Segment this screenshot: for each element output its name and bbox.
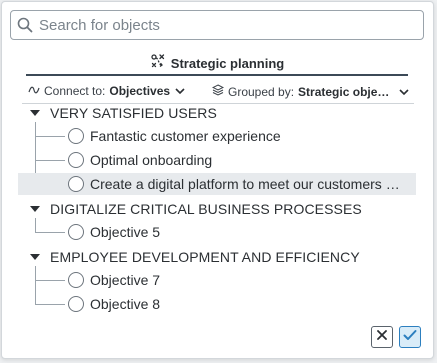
cancel-button[interactable] bbox=[371, 326, 393, 348]
group-label: DIGITALIZE CRITICAL BUSINESS PROCESSES bbox=[50, 201, 362, 217]
item-label: Create a digital platform to meet our cu… bbox=[90, 176, 402, 192]
confirm-button[interactable] bbox=[399, 326, 421, 348]
chevron-down-icon bbox=[398, 85, 410, 99]
tab-label: Strategic planning bbox=[170, 55, 285, 71]
tree-group-header[interactable]: VERY SATISFIED USERS bbox=[26, 102, 217, 124]
tree-item[interactable]: Objective 8 bbox=[18, 293, 416, 315]
radio-button[interactable] bbox=[68, 224, 84, 240]
strategy-icon bbox=[150, 53, 166, 74]
item-label: Objective 7 bbox=[90, 272, 161, 288]
close-icon bbox=[376, 328, 388, 346]
search-icon bbox=[11, 11, 39, 39]
radio-button[interactable] bbox=[68, 272, 84, 288]
tree-group-header[interactable]: EMPLOYEE DEVELOPMENT AND EFFICIENCY bbox=[26, 246, 360, 268]
group-label: VERY SATISFIED USERS bbox=[50, 105, 217, 121]
radio-button[interactable] bbox=[68, 152, 84, 168]
radio-button[interactable] bbox=[68, 128, 84, 144]
radio-button[interactable] bbox=[68, 176, 84, 192]
caret-down-icon bbox=[26, 110, 44, 116]
search-box[interactable] bbox=[10, 10, 424, 40]
object-picker-popup: Strategic planning Connect to: Objective… bbox=[1, 1, 434, 359]
tab-strategic-planning[interactable]: Strategic planning bbox=[26, 52, 408, 76]
connect-icon bbox=[28, 84, 40, 98]
layers-icon bbox=[211, 84, 225, 99]
tree-item[interactable]: Objective 5 bbox=[18, 221, 416, 243]
grouped-by-value: Strategic objectives bbox=[298, 84, 390, 99]
tree-item-highlighted[interactable]: Create a digital platform to meet our cu… bbox=[18, 173, 416, 195]
group-label: EMPLOYEE DEVELOPMENT AND EFFICIENCY bbox=[50, 249, 360, 265]
caret-down-icon bbox=[26, 254, 44, 260]
tree-group-header[interactable]: DIGITALIZE CRITICAL BUSINESS PROCESSES bbox=[26, 198, 362, 220]
connect-to-prefix: Connect to: bbox=[44, 84, 106, 98]
grouped-by-dropdown[interactable]: Grouped by: Strategic objectives bbox=[211, 84, 410, 99]
connect-to-value: Objectives bbox=[109, 84, 171, 98]
tree-item[interactable]: Fantastic customer experience bbox=[18, 125, 416, 147]
caret-down-icon bbox=[26, 206, 44, 212]
radio-button[interactable] bbox=[68, 296, 84, 312]
item-label: Objective 5 bbox=[90, 224, 161, 240]
filter-bar: Connect to: Objectives Grouped by: Strat… bbox=[22, 80, 414, 104]
tree-item[interactable]: Objective 7 bbox=[18, 269, 416, 291]
search-input[interactable] bbox=[39, 16, 409, 34]
check-icon bbox=[403, 328, 417, 346]
dialog-actions bbox=[371, 326, 421, 348]
tree-item[interactable]: Optimal onboarding bbox=[18, 149, 416, 171]
item-label: Fantastic customer experience bbox=[90, 128, 281, 144]
grouped-by-prefix: Grouped by: bbox=[228, 84, 295, 99]
item-label: Objective 8 bbox=[90, 296, 161, 312]
chevron-down-icon bbox=[174, 84, 186, 98]
item-label: Optimal onboarding bbox=[90, 152, 213, 168]
connect-to-dropdown[interactable]: Connect to: Objectives bbox=[28, 84, 186, 98]
